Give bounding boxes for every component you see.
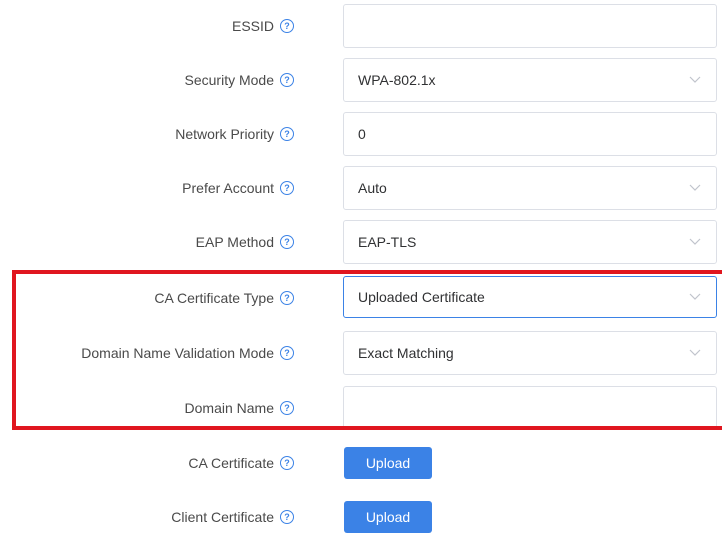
network-priority-row: Network Priority ? 0 — [0, 112, 722, 156]
help-icon[interactable]: ? — [280, 456, 294, 470]
eap-method-label: EAP Method ? — [196, 220, 294, 264]
help-icon[interactable]: ? — [280, 19, 294, 33]
domain-name-input[interactable] — [343, 386, 717, 430]
help-icon[interactable]: ? — [280, 401, 294, 415]
essid-label: ESSID ? — [232, 4, 294, 48]
domain-name-row: Domain Name ? — [0, 386, 722, 430]
eap-method-row: EAP Method ? EAP-TLS — [0, 220, 722, 264]
chevron-down-icon — [688, 235, 702, 249]
security-mode-row: Security Mode ? WPA-802.1x — [0, 58, 722, 102]
client-certificate-row: Client Certificate ? Upload — [0, 495, 722, 539]
ca-certificate-row: CA Certificate ? Upload — [0, 441, 722, 485]
chevron-down-icon — [688, 181, 702, 195]
prefer-account-select[interactable]: Auto — [343, 166, 717, 210]
help-icon[interactable]: ? — [280, 181, 294, 195]
domain-validation-mode-select[interactable]: Exact Matching — [343, 331, 717, 375]
chevron-down-icon — [688, 290, 702, 304]
security-mode-select[interactable]: WPA-802.1x — [343, 58, 717, 102]
essid-row: ESSID ? — [0, 4, 722, 48]
prefer-account-label: Prefer Account ? — [182, 166, 294, 210]
help-icon[interactable]: ? — [280, 346, 294, 360]
network-priority-label: Network Priority ? — [175, 112, 294, 156]
client-certificate-label: Client Certificate ? — [171, 495, 294, 539]
help-icon[interactable]: ? — [280, 235, 294, 249]
ca-certificate-upload-button[interactable]: Upload — [344, 447, 432, 479]
chevron-down-icon — [688, 73, 702, 87]
domain-name-label: Domain Name ? — [185, 386, 294, 430]
eap-method-select[interactable]: EAP-TLS — [343, 220, 717, 264]
chevron-down-icon — [688, 346, 702, 360]
ca-certificate-type-row: CA Certificate Type ? Uploaded Certifica… — [0, 276, 722, 320]
ca-certificate-type-label: CA Certificate Type ? — [154, 276, 294, 320]
help-icon[interactable]: ? — [280, 510, 294, 524]
security-mode-label: Security Mode ? — [185, 58, 294, 102]
prefer-account-row: Prefer Account ? Auto — [0, 166, 722, 210]
ca-certificate-label: CA Certificate ? — [188, 441, 294, 485]
domain-validation-mode-row: Domain Name Validation Mode ? Exact Matc… — [0, 331, 722, 375]
client-certificate-upload-button[interactable]: Upload — [344, 501, 432, 533]
domain-validation-mode-label: Domain Name Validation Mode ? — [81, 331, 294, 375]
help-icon[interactable]: ? — [280, 73, 294, 87]
essid-input[interactable] — [343, 4, 717, 48]
help-icon[interactable]: ? — [280, 291, 294, 305]
help-icon[interactable]: ? — [280, 127, 294, 141]
network-priority-input[interactable]: 0 — [343, 112, 717, 156]
ca-certificate-type-select[interactable]: Uploaded Certificate — [343, 276, 717, 318]
